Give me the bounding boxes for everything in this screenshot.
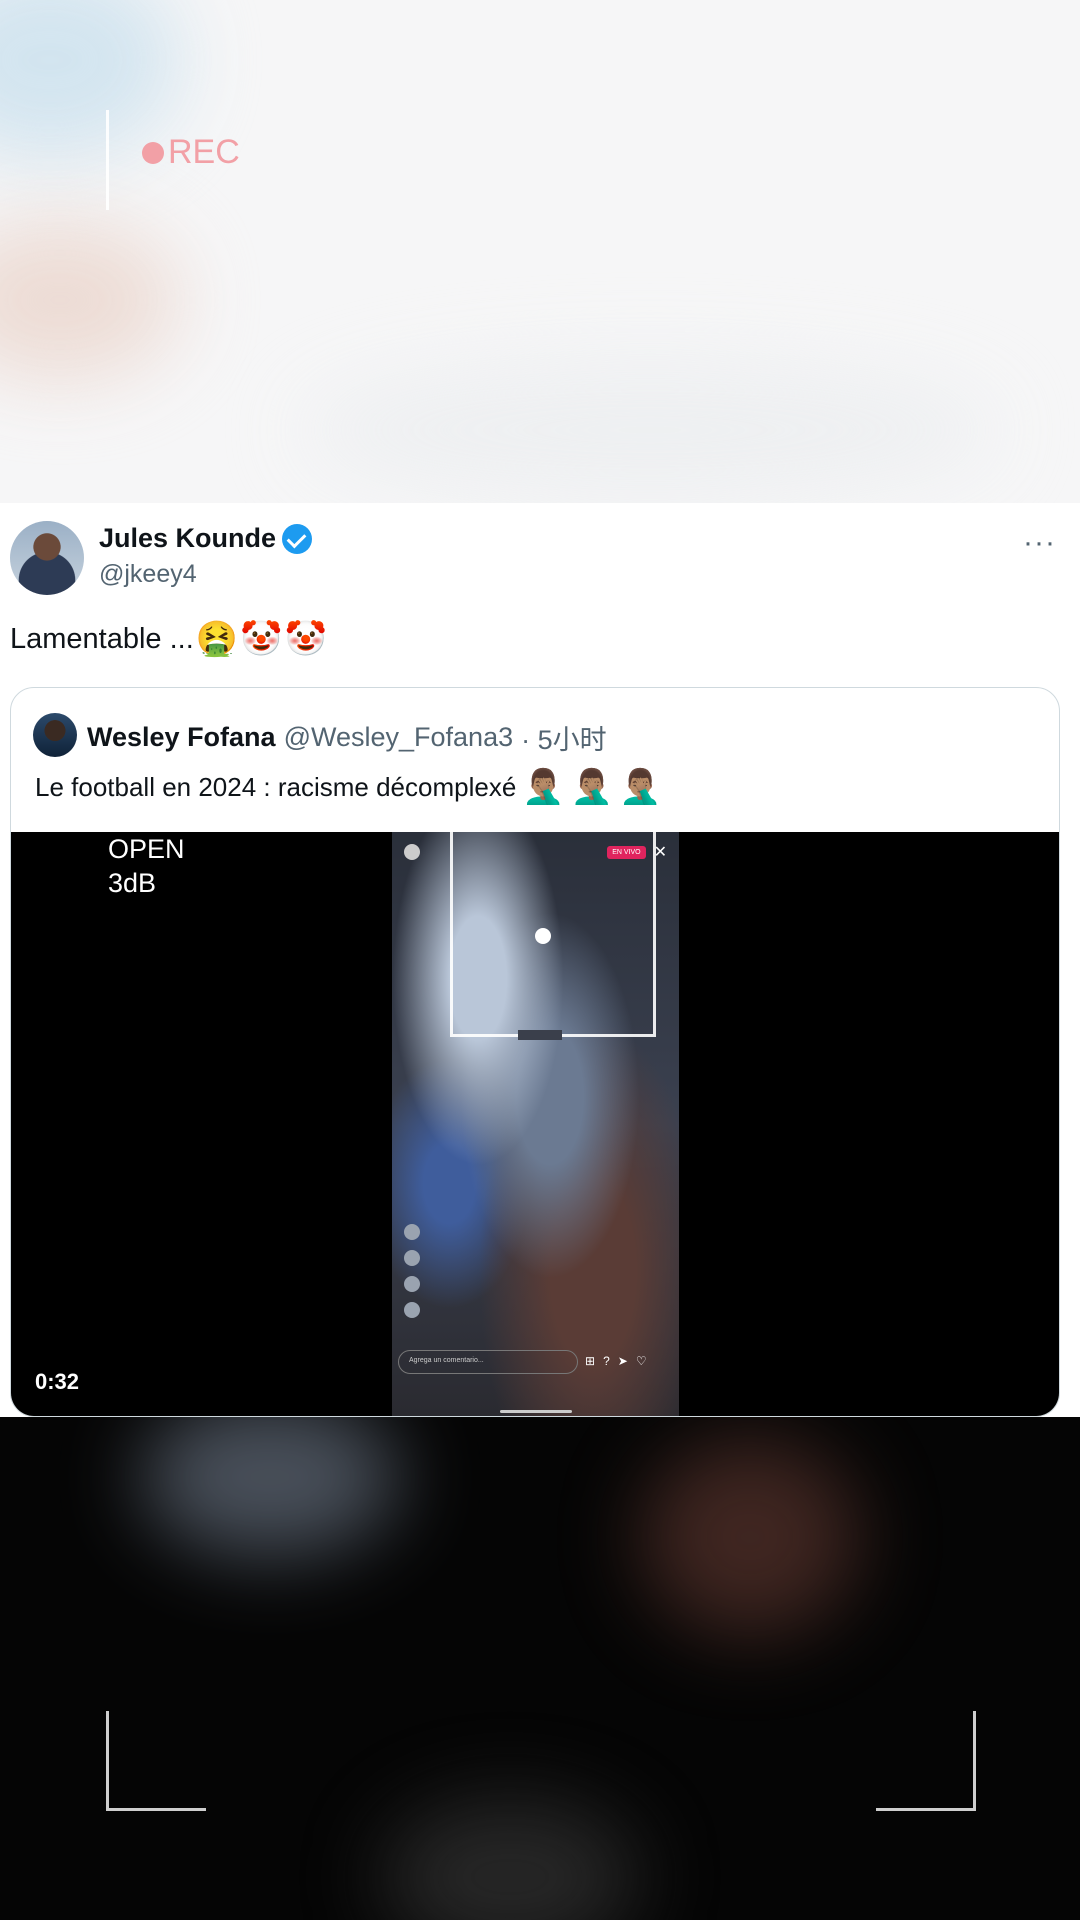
heart-icon: ♡ [635, 1354, 647, 1368]
rec-label: REC [168, 133, 240, 171]
send-icon: ➤ [617, 1354, 628, 1368]
question-icon: ? [603, 1354, 610, 1368]
gain-label: 3dB [108, 868, 157, 898]
facepalm-emoji: 🤦🏽‍♂️ [618, 768, 662, 806]
author-name-row[interactable]: Jules Kounde [99, 523, 313, 554]
tweet-text: Lamentable ... 🤮 🤡 🤡 [10, 622, 327, 656]
phone-home-bar [500, 1410, 572, 1413]
list-item [404, 1276, 420, 1292]
more-options-button[interactable]: ··· [1023, 528, 1056, 558]
clown-emoji: 🤡 [240, 620, 283, 658]
quoted-tweet-header: Wesley Fofana @Wesley_Fofana3 · 5小时 [87, 718, 607, 757]
viewfinder-focus-frame [450, 832, 656, 1037]
share-icon: ⊞ [585, 1354, 596, 1368]
list-item [404, 1250, 420, 1266]
quoted-author-handle[interactable]: @Wesley_Fofana3 [284, 722, 514, 753]
bottom-blur-background [0, 1417, 1080, 1920]
facepalm-emoji: 🤦🏽‍♂️ [570, 768, 613, 806]
quoted-tweet-text-body: Le football en 2024 : racisme décomplexé [35, 771, 517, 802]
quoted-author-avatar[interactable] [33, 713, 77, 757]
phone-comment-input: Agrega un comentario... [398, 1350, 578, 1374]
video-player[interactable]: OPEN 3dB EN VIVO ✕ Agrega un comentario.… [11, 832, 1059, 1416]
viewfinder-corner-bottom-right [876, 1711, 976, 1811]
focus-dot-icon [535, 928, 551, 944]
viewfinder-corner-bottom-left [106, 1711, 206, 1811]
phone-live-comments [404, 1224, 420, 1318]
author-handle[interactable]: @jkeey4 [99, 560, 197, 589]
rec-indicator: REC [142, 133, 240, 172]
clown-emoji: 🤡 [284, 620, 327, 658]
quoted-author-name[interactable]: Wesley Fofana [87, 722, 276, 753]
quoted-tweet-card[interactable]: Wesley Fofana @Wesley_Fofana3 · 5小时 Le f… [10, 687, 1060, 1417]
tweet-text-body: Lamentable ... [10, 622, 194, 655]
quoted-tweet-text: Le football en 2024 : racisme décomplexé… [35, 770, 661, 804]
list-item [404, 1302, 420, 1318]
top-blur-background: REC [0, 0, 1080, 503]
vomit-emoji: 🤮 [195, 620, 239, 658]
viewfinder-frame-top-left [106, 110, 112, 210]
phone-user-avatar [404, 844, 420, 860]
phone-action-icons: ⊞ ? ➤ ♡ [585, 1354, 647, 1368]
camera-overlay-text: OPEN 3dB [108, 832, 185, 900]
video-frame-phone-recording: EN VIVO ✕ Agrega un comentario... ⊞ ? ➤ [392, 832, 679, 1416]
list-item [404, 1224, 420, 1240]
author-name[interactable]: Jules Kounde [99, 523, 276, 554]
tweet[interactable]: Jules Kounde @jkeey4 ··· Lamentable ... … [0, 503, 1080, 1417]
facepalm-emoji: 🤦🏽‍♂️ [522, 768, 565, 806]
author-avatar[interactable] [10, 521, 84, 595]
video-duration: 0:32 [35, 1369, 80, 1394]
quoted-tweet-time: · 5小时 [521, 725, 607, 755]
rec-dot-icon [142, 141, 164, 164]
open-label: OPEN [108, 834, 185, 864]
verified-badge-icon [282, 523, 313, 554]
